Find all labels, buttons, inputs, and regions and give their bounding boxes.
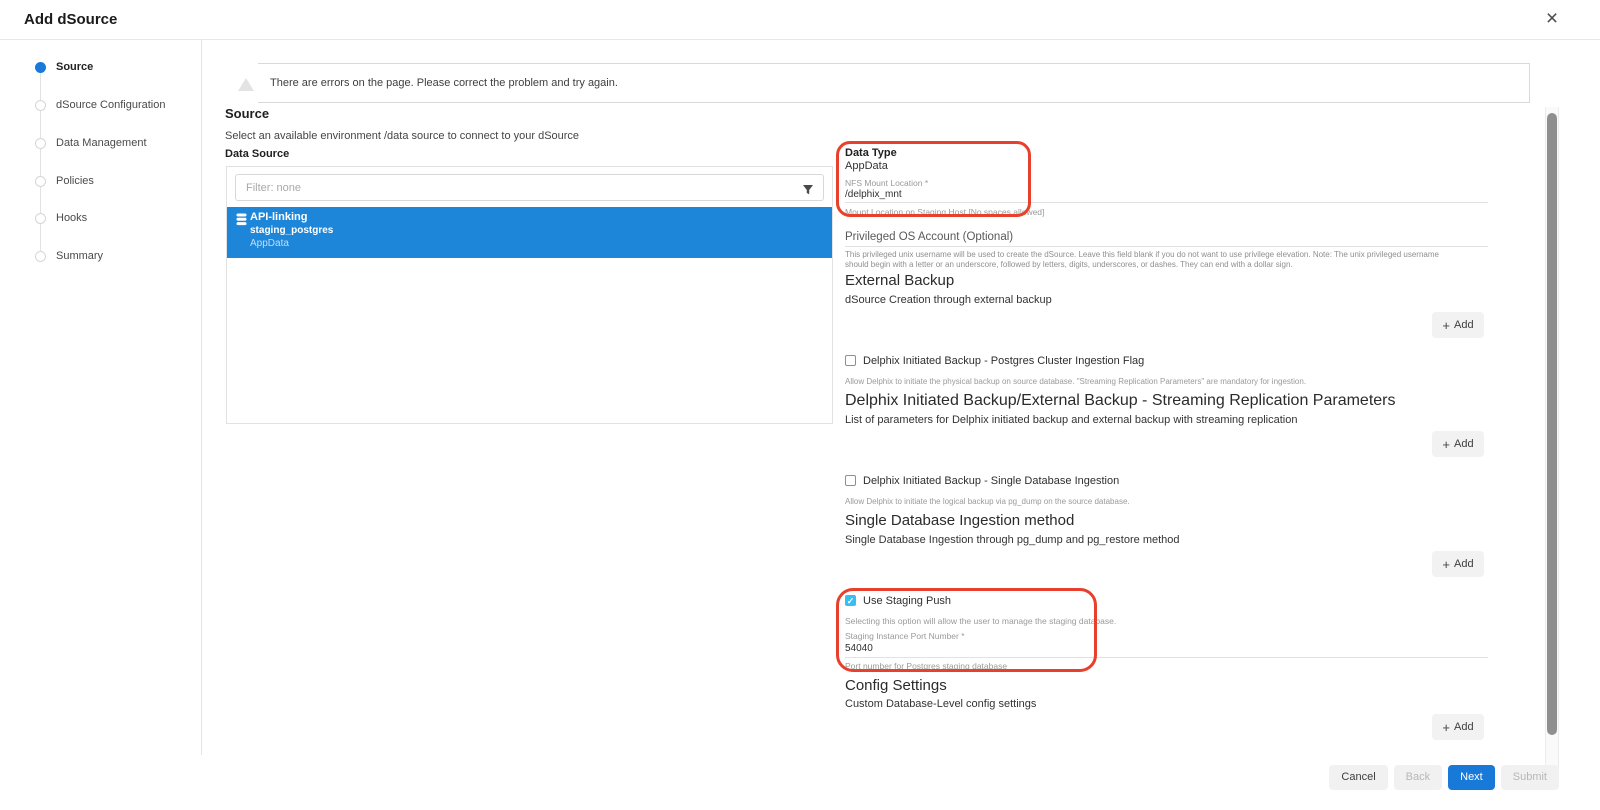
streaming-params-sub: List of parameters for Delphix initiated… [845,414,1297,426]
cluster-ingestion-hint: Allow Delphix to initiate the physical b… [845,377,1306,386]
wizard-sidebar: Source dSource Configuration Data Manage… [0,40,202,755]
single-db-method-heading: Single Database Ingestion method [845,512,1074,529]
plus-icon: + [1442,319,1450,332]
data-type-label: Data Type [845,147,897,159]
filter-input[interactable] [238,176,798,199]
sidebar-item-policies[interactable]: Policies [0,175,202,189]
step-label: Hooks [56,212,87,224]
streaming-params-heading: Delphix Initiated Backup/External Backup… [845,392,1396,410]
plus-icon: + [1442,558,1450,571]
external-backup-heading: External Backup [845,272,954,289]
field-underline [845,657,1488,658]
step-dot-icon [35,100,46,111]
next-button[interactable]: Next [1448,765,1495,790]
step-dot-icon [35,176,46,187]
data-source-label: Data Source [225,148,289,160]
data-type-value: AppData [845,160,888,172]
sidebar-item-summary[interactable]: Summary [0,250,202,264]
data-source-type: AppData [250,238,289,249]
single-db-ingestion-checkbox[interactable] [845,475,856,486]
data-source-name: API-linking [250,211,307,223]
dialog-header: Add dSource × [0,0,1600,40]
cluster-ingestion-label: Delphix Initiated Backup - Postgres Clus… [863,355,1144,367]
nfs-mount-location-field[interactable]: /delphix_mnt [845,189,902,200]
sidebar-item-hooks[interactable]: Hooks [0,212,202,226]
data-source-instance: staging_postgres [250,225,333,236]
config-settings-heading: Config Settings [845,677,947,694]
field-underline [845,246,1488,247]
single-db-ingestion-label: Delphix Initiated Backup - Single Databa… [863,475,1119,487]
step-label: Source [56,61,93,73]
add-button-label: Add [1454,438,1474,450]
step-label: Data Management [56,137,147,149]
content-scrollbar-thumb[interactable] [1547,113,1557,735]
external-backup-sub: dSource Creation through external backup [845,294,1052,306]
page-title: Add dSource [24,0,117,40]
step-label: Policies [56,175,94,187]
submit-button[interactable]: Submit [1501,765,1559,790]
close-icon[interactable]: × [1536,3,1568,35]
use-staging-push-checkbox[interactable]: ✓ [845,595,856,606]
data-source-panel: API-linking staging_postgres AppData [226,166,833,424]
single-db-method-add-button[interactable]: + Add [1432,551,1484,577]
single-db-method-sub: Single Database Ingestion through pg_dum… [845,534,1180,546]
step-dot-icon [35,213,46,224]
error-banner-text: There are errors on the page. Please cor… [270,63,618,103]
privileged-os-account-help: This privileged unix username will be us… [845,250,1443,269]
field-underline [845,202,1488,203]
nfs-mount-location-hint: Mount Location on Staging Host [No space… [845,207,1044,217]
cluster-ingestion-checkbox[interactable] [845,355,856,366]
streaming-params-add-button[interactable]: + Add [1432,431,1484,457]
config-settings-add-button[interactable]: + Add [1432,714,1484,740]
sidebar-item-dsource-configuration[interactable]: dSource Configuration [0,99,202,113]
step-label: dSource Configuration [56,99,165,111]
step-dot-icon [35,138,46,149]
filter-box [235,174,824,201]
filter-funnel-icon[interactable] [802,183,814,201]
step-label: Summary [56,250,103,262]
cancel-button[interactable]: Cancel [1329,765,1387,790]
plus-icon: + [1442,721,1450,734]
source-section-subheading: Select an available environment /data so… [225,130,579,142]
privileged-os-account-label: Privileged OS Account (Optional) [845,231,1013,243]
database-icon [236,213,247,231]
data-source-list-item-selected[interactable]: API-linking staging_postgres AppData [227,207,832,258]
config-settings-sub: Custom Database-Level config settings [845,698,1036,710]
back-button[interactable]: Back [1394,765,1442,790]
staging-port-field[interactable]: 54040 [845,643,873,654]
add-button-label: Add [1454,721,1474,733]
source-section-heading: Source [225,106,269,121]
single-db-ingestion-hint: Allow Delphix to initiate the logical ba… [845,497,1130,506]
nfs-mount-location-label: NFS Mount Location * [845,178,928,188]
add-button-label: Add [1454,558,1474,570]
use-staging-push-hint: Selecting this option will allow the use… [845,616,1116,626]
staging-port-hint: Port number for Postgres staging databas… [845,661,1007,671]
footer-actions: Cancel Back Next Submit [1329,765,1559,790]
sidebar-item-source[interactable]: Source [0,61,202,75]
external-backup-add-button[interactable]: + Add [1432,312,1484,338]
staging-port-label: Staging Instance Port Number * [845,631,965,641]
step-dot-icon [35,251,46,262]
warning-triangle-icon [238,78,254,91]
sidebar-item-data-management[interactable]: Data Management [0,137,202,151]
use-staging-push-label: Use Staging Push [863,595,951,607]
add-button-label: Add [1454,319,1474,331]
plus-icon: + [1442,438,1450,451]
step-dot-icon [35,62,46,73]
